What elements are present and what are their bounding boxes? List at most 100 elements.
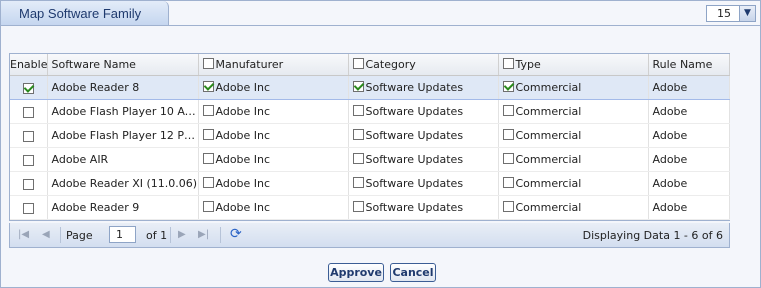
pager-divider <box>60 227 61 243</box>
category-value: Software Updates <box>365 81 464 94</box>
manufacturer-checkbox[interactable] <box>202 177 214 188</box>
type-value: Commercial <box>515 129 582 142</box>
col-software-name-header[interactable]: Software Name <box>47 54 199 76</box>
col-manufacturer-label: Manufaturer <box>215 58 284 71</box>
col-category-header[interactable]: Category <box>348 54 499 76</box>
manufacturer-value: Adobe Inc <box>215 201 271 214</box>
next-page-icon[interactable]: ▶ <box>178 229 186 240</box>
prev-page-icon[interactable]: ◀ <box>42 229 50 240</box>
table-row[interactable]: Adobe Reader 9 Adobe Inc Software Updates C… <box>10 195 730 220</box>
col-manufacturer-header[interactable]: Manufaturer <box>198 54 349 76</box>
first-page-icon[interactable]: |◀ <box>18 229 29 240</box>
type-select-all-checkbox[interactable] <box>502 58 514 69</box>
page-number-input[interactable]: 1 <box>109 226 136 243</box>
table-row[interactable]: Adobe Reader XI (11.0.06) Adobe Inc Softwa… <box>10 171 730 196</box>
cancel-button[interactable]: Cancel <box>390 263 436 282</box>
software-name-cell: Adobe Reader 9 <box>47 195 199 220</box>
category-checkbox[interactable] <box>352 201 364 212</box>
software-name-cell: Adobe AIR <box>47 147 199 172</box>
enable-checkbox[interactable] <box>22 178 34 190</box>
category-value: Software Updates <box>365 153 464 166</box>
category-cell: Software Updates <box>348 123 499 148</box>
software-name-cell: Adobe Reader 8 <box>47 75 199 100</box>
pager-divider <box>170 227 171 243</box>
category-cell: Software Updates <box>348 99 499 124</box>
enable-cell <box>10 75 48 100</box>
tab-map-software-family[interactable]: Map Software Family <box>1 1 169 25</box>
enable-checkbox[interactable] <box>22 202 34 214</box>
category-checkbox[interactable] <box>352 153 364 164</box>
type-value: Commercial <box>515 177 582 190</box>
manufacturer-cell: Adobe Inc <box>198 99 349 124</box>
col-rule-name-header[interactable]: Rule Name <box>648 54 730 76</box>
manufacturer-cell: Adobe Inc <box>198 195 349 220</box>
table-row[interactable]: Adobe Reader 8 Adobe Inc Software Updates C… <box>10 75 730 100</box>
manufacturer-value: Adobe Inc <box>215 81 271 94</box>
category-value: Software Updates <box>365 201 464 214</box>
enable-checkbox[interactable] <box>22 154 34 166</box>
type-value: Commercial <box>515 153 582 166</box>
type-checkbox[interactable] <box>502 81 514 92</box>
enable-checkbox[interactable] <box>22 82 34 94</box>
rule-name-cell: Adobe <box>648 147 730 172</box>
display-info: Displaying Data 1 - 6 of 6 <box>582 229 723 242</box>
type-checkbox[interactable] <box>502 201 514 212</box>
table-row[interactable]: Adobe Flash Player 12 Plu... Adobe Inc Sof… <box>10 123 730 148</box>
enable-cell <box>10 147 48 172</box>
col-enable-header[interactable]: Enable <box>10 54 48 76</box>
page-label: Page <box>66 229 93 242</box>
col-category-label: Category <box>365 58 416 71</box>
manufacturer-value: Adobe Inc <box>215 129 271 142</box>
chevron-down-icon[interactable]: ▼ <box>739 6 755 21</box>
col-type-label: Type <box>515 58 541 71</box>
panel-tab-bar: Map Software Family 15 ▼ <box>1 1 760 26</box>
manufacturer-cell: Adobe Inc <box>198 171 349 196</box>
category-checkbox[interactable] <box>352 105 364 116</box>
grid-body: Adobe Reader 8 Adobe Inc Software Updates C… <box>10 75 730 220</box>
manufacturer-checkbox[interactable] <box>202 153 214 164</box>
type-cell: Commercial <box>498 123 649 148</box>
manufacturer-checkbox[interactable] <box>202 201 214 212</box>
rule-name-cell: Adobe <box>648 171 730 196</box>
rule-name-cell: Adobe <box>648 195 730 220</box>
manufacturer-checkbox[interactable] <box>202 81 214 92</box>
enable-checkbox[interactable] <box>22 130 34 142</box>
category-checkbox[interactable] <box>352 81 364 92</box>
manufacturer-value: Adobe Inc <box>215 153 271 166</box>
type-cell: Commercial <box>498 171 649 196</box>
software-name-cell: Adobe Flash Player 12 Plu... <box>47 123 199 148</box>
manufacturer-value: Adobe Inc <box>215 177 271 190</box>
type-checkbox[interactable] <box>502 153 514 164</box>
software-name-cell: Adobe Reader XI (11.0.06) <box>47 171 199 196</box>
type-checkbox[interactable] <box>502 177 514 188</box>
type-checkbox[interactable] <box>502 129 514 140</box>
category-checkbox[interactable] <box>352 129 364 140</box>
refresh-icon[interactable]: ⟳ <box>230 226 242 242</box>
category-cell: Software Updates <box>348 171 499 196</box>
category-cell: Software Updates <box>348 147 499 172</box>
manufacturer-checkbox[interactable] <box>202 105 214 116</box>
manufacturer-cell: Adobe Inc <box>198 123 349 148</box>
manufacturer-cell: Adobe Inc <box>198 75 349 100</box>
category-cell: Software Updates <box>348 75 499 100</box>
approve-button[interactable]: Approve <box>328 263 384 282</box>
category-value: Software Updates <box>365 129 464 142</box>
manufacturer-select-all-checkbox[interactable] <box>202 58 214 69</box>
header-row: Enable Software Name Manufaturer Categor… <box>10 54 730 76</box>
type-cell: Commercial <box>498 147 649 172</box>
rule-name-cell: Adobe <box>648 123 730 148</box>
last-page-icon[interactable]: ▶| <box>198 229 209 240</box>
type-cell: Commercial <box>498 99 649 124</box>
table-row[interactable]: Adobe Flash Player 10 Acti... Adobe Inc So… <box>10 99 730 124</box>
manufacturer-checkbox[interactable] <box>202 129 214 140</box>
page-size-select[interactable]: 15 ▼ <box>706 5 756 22</box>
category-cell: Software Updates <box>348 195 499 220</box>
type-checkbox[interactable] <box>502 105 514 116</box>
table-row[interactable]: Adobe AIR Adobe Inc Software Updates Commer… <box>10 147 730 172</box>
category-select-all-checkbox[interactable] <box>352 58 364 69</box>
category-value: Software Updates <box>365 177 464 190</box>
enable-checkbox[interactable] <box>22 106 34 118</box>
category-checkbox[interactable] <box>352 177 364 188</box>
col-type-header[interactable]: Type <box>498 54 649 76</box>
manufacturer-cell: Adobe Inc <box>198 147 349 172</box>
